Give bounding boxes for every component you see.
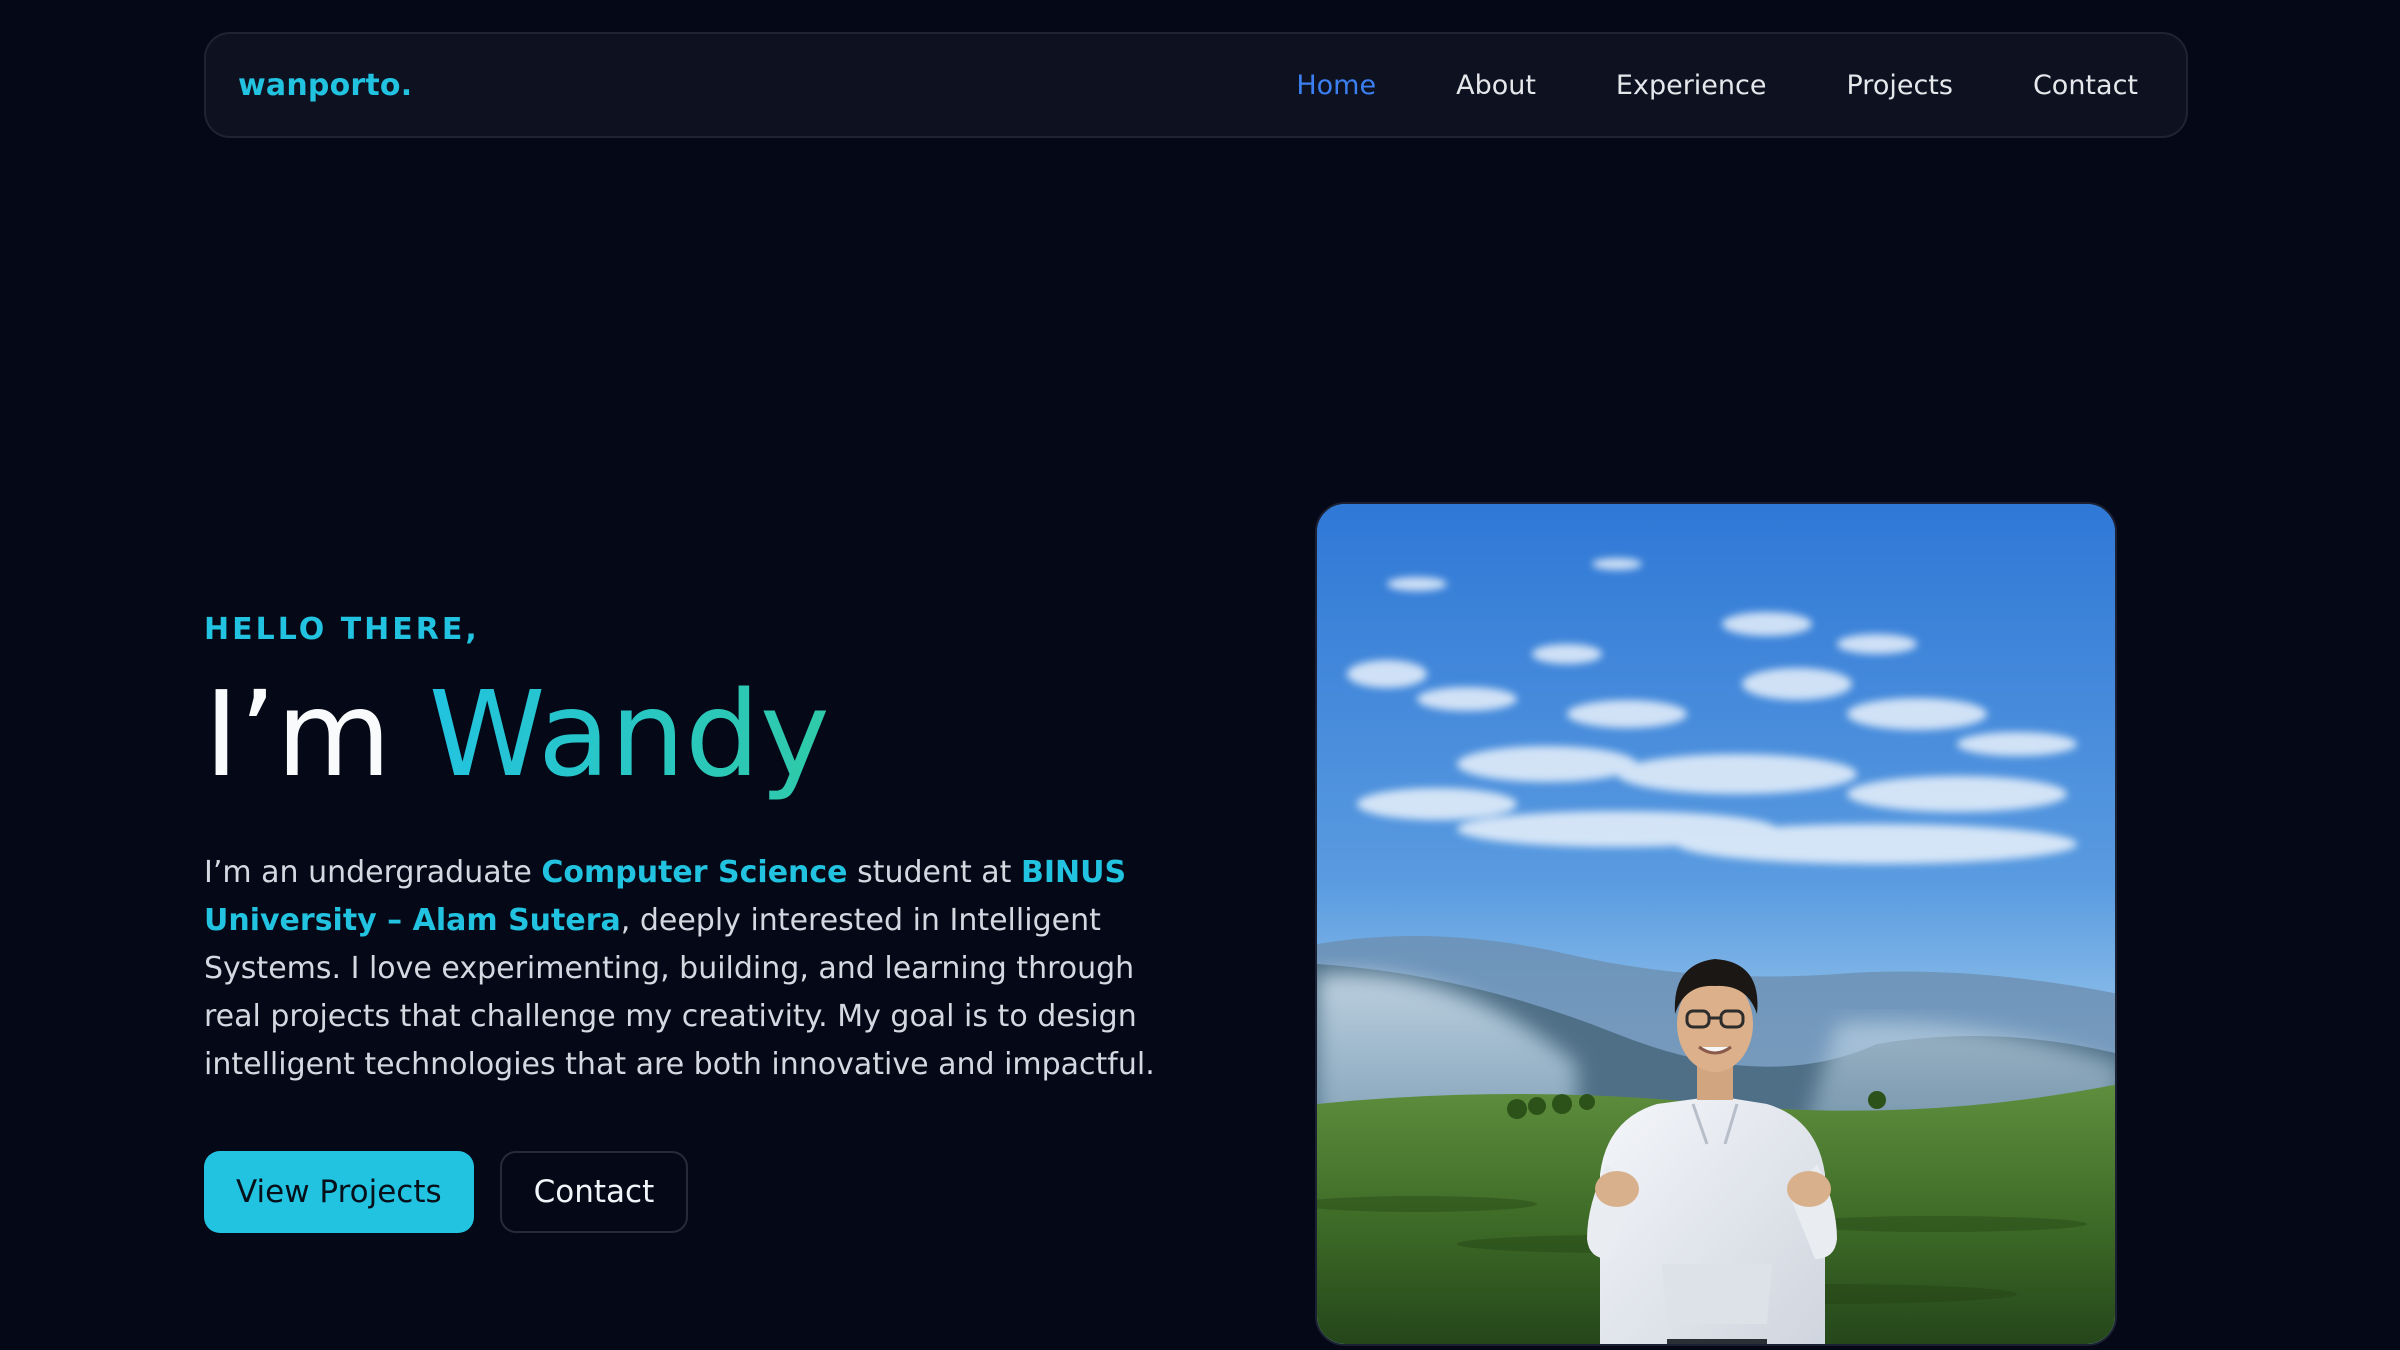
nav-link-experience[interactable]: Experience (1616, 70, 1767, 101)
hero-section: HELLO THERE, I’m Wandy I’m an undergradu… (204, 612, 1164, 1233)
hero-name: Wandy (428, 665, 830, 803)
hero-greeting: HELLO THERE, (204, 612, 480, 647)
view-projects-button[interactable]: View Projects (204, 1150, 474, 1233)
nav-link-about[interactable]: About (1456, 70, 1536, 101)
headline-prefix: I’m (204, 665, 429, 803)
bio-highlight-major: Computer Science (541, 854, 848, 890)
hero-bio: I’m an undergraduate Computer Science st… (204, 849, 1164, 1089)
navbar: wanporto. Home About Experience Projects… (204, 32, 2188, 138)
contact-button[interactable]: Contact (499, 1150, 689, 1233)
bio-text-2: student at (847, 854, 1021, 890)
profile-photo (1315, 502, 2117, 1346)
nav-link-projects[interactable]: Projects (1847, 70, 1953, 101)
bio-text-1: I’m an undergraduate (204, 854, 542, 890)
nav-link-contact[interactable]: Contact (2033, 70, 2138, 101)
hero-buttons: View Projects Contact (204, 1150, 1164, 1233)
nav-links: Home About Experience Projects Contact (1296, 70, 2138, 101)
site-logo[interactable]: wanporto. (238, 68, 412, 103)
profile-photo-illustration (1317, 504, 2115, 1344)
hero-headline: I’m Wandy (204, 672, 1164, 797)
nav-link-home[interactable]: Home (1296, 70, 1376, 101)
